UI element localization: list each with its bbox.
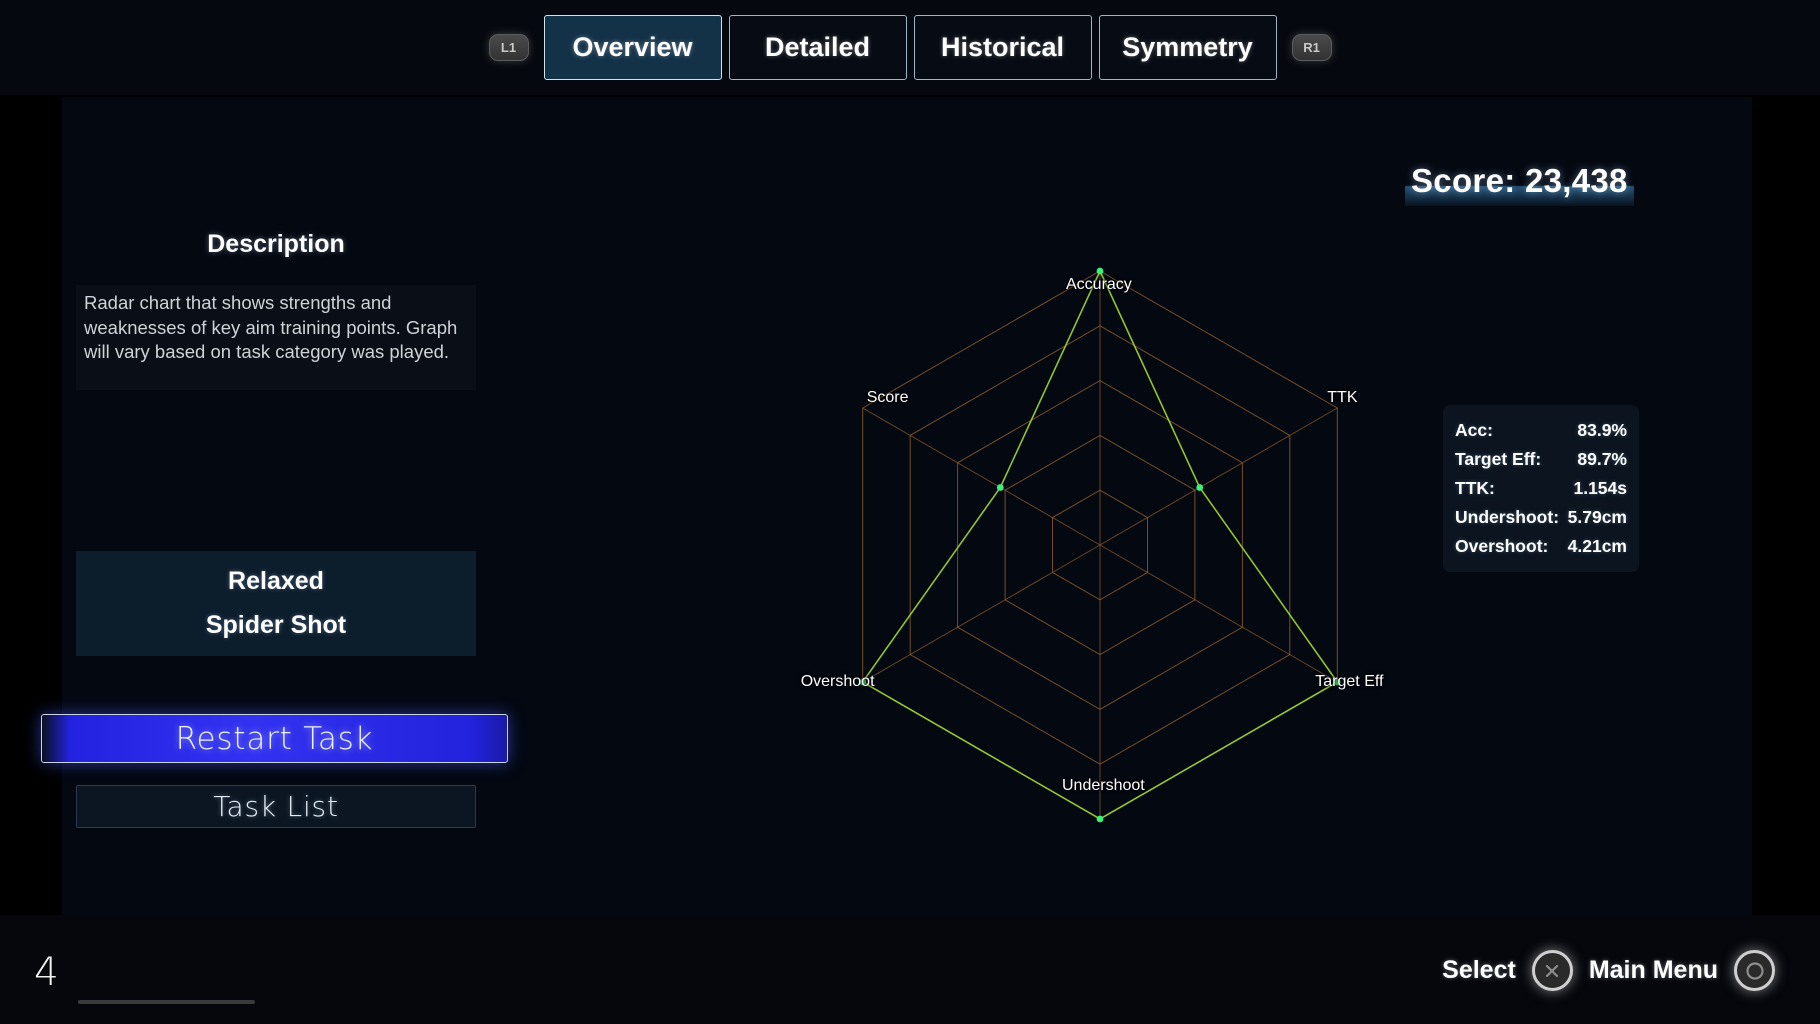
tab-row: L1 Overview Detailed Historical Symmetry… [481, 15, 1340, 80]
stat-key: Acc: [1455, 420, 1493, 441]
tab-detailed[interactable]: Detailed [729, 15, 907, 80]
task-list-button[interactable]: Task List [76, 785, 476, 828]
task-list-label: Task List [213, 790, 338, 823]
radar-axis-label-target-eff: Target Eff [1315, 673, 1383, 691]
stat-value: 5.79cm [1568, 507, 1627, 528]
stat-value: 89.7% [1577, 449, 1627, 470]
stat-row: Acc: 83.9% [1451, 416, 1631, 445]
page-number: 4 [34, 950, 59, 995]
stat-key: Overshoot: [1455, 536, 1548, 557]
stats-panel: Acc: 83.9% Target Eff: 89.7% TTK: 1.154s Under… [1443, 405, 1639, 572]
radar-chart: Accuracy TTK Target Eff Undershoot Overs… [800, 200, 1400, 880]
circle-button-icon[interactable] [1734, 950, 1775, 991]
top-tab-bar: L1 Overview Detailed Historical Symmetry… [0, 0, 1820, 95]
stat-value: 4.21cm [1568, 536, 1627, 557]
description-box: Radar chart that shows strengths and wea… [76, 285, 476, 390]
stat-row: Overshoot: 4.21cm [1451, 532, 1631, 561]
stat-row: TTK: 1.154s [1451, 474, 1631, 503]
tab-overview[interactable]: Overview [544, 15, 722, 80]
stat-value: 83.9% [1577, 420, 1627, 441]
stat-value: 1.154s [1573, 478, 1627, 499]
radar-axis-label-overshoot: Overshoot [801, 673, 875, 691]
restart-task-button[interactable]: Restart Task [41, 714, 508, 763]
description-title: Description [76, 230, 476, 259]
stat-key: TTK: [1455, 478, 1495, 499]
restart-task-label: Restart Task [176, 721, 374, 757]
cross-button-icon[interactable] [1532, 950, 1573, 991]
radar-axis-label-accuracy: Accuracy [1066, 276, 1132, 294]
radar-axis-label-ttk: TTK [1327, 389, 1357, 407]
r1-shoulder-icon[interactable]: R1 [1292, 34, 1332, 61]
app-root: L1 Overview Detailed Historical Symmetry… [0, 0, 1820, 1024]
description-text: Radar chart that shows strengths and wea… [84, 291, 468, 365]
button-prompt-row: Select Main Menu [1442, 950, 1775, 991]
task-name-label: Spider Shot [206, 611, 346, 640]
page-progress-line [78, 1000, 255, 1004]
score-display: Score: 23,438 [1405, 160, 1634, 206]
stat-key: Target Eff: [1455, 449, 1541, 470]
radar-axis-label-score: Score [867, 389, 909, 407]
task-category-label: Relaxed [228, 567, 324, 596]
l1-shoulder-icon[interactable]: L1 [489, 34, 529, 61]
task-info-panel: Relaxed Spider Shot [76, 551, 476, 656]
radar-axis-label-undershoot: Undershoot [1062, 777, 1145, 795]
select-prompt-label: Select [1442, 956, 1516, 985]
stat-row: Undershoot: 5.79cm [1451, 503, 1631, 532]
main-menu-prompt-label: Main Menu [1589, 956, 1718, 985]
left-gutter [0, 97, 62, 915]
stat-key: Undershoot: [1455, 507, 1559, 528]
tab-historical[interactable]: Historical [914, 15, 1092, 80]
stat-row: Target Eff: 89.7% [1451, 445, 1631, 474]
tab-symmetry[interactable]: Symmetry [1099, 15, 1277, 80]
